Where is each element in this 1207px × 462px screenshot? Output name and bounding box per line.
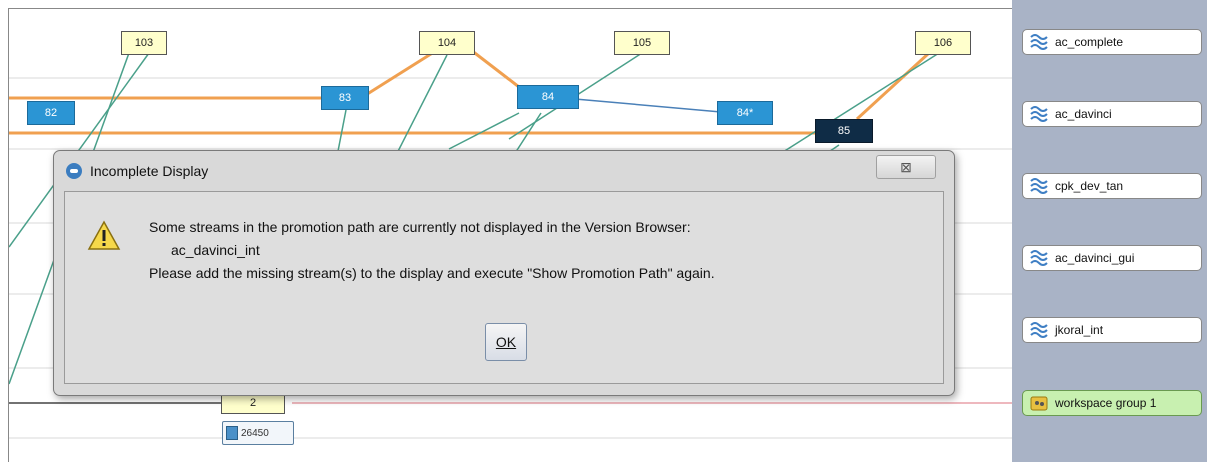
link-line: [448, 112, 520, 150]
version-node[interactable]: 106: [915, 31, 971, 55]
ok-label: OK: [495, 334, 517, 350]
stream-icon: [1029, 33, 1049, 51]
message-line: Some streams in the promotion path are c…: [149, 219, 691, 235]
stream-item-cpk-dev-tan[interactable]: cpk_dev_tan: [1022, 173, 1202, 199]
document-icon: [226, 426, 238, 440]
dialog-titlebar[interactable]: Incomplete Display ⊠: [54, 151, 954, 191]
app-logo-icon: [66, 163, 82, 179]
stream-item-ac-davinci[interactable]: ac_davinci: [1022, 101, 1202, 127]
stream-label: cpk_dev_tan: [1055, 179, 1124, 193]
stream-label: ac_davinci: [1055, 107, 1112, 121]
version-node[interactable]: 84*: [717, 101, 773, 125]
version-node[interactable]: 83: [321, 86, 369, 110]
workspace-group-item[interactable]: workspace group 1: [1022, 390, 1202, 416]
stream-label: ac_complete: [1055, 35, 1124, 49]
stream-item-jkoral-int[interactable]: jkoral_int: [1022, 317, 1202, 343]
link-line: [574, 98, 722, 113]
promotion-path-line: [855, 51, 931, 121]
baseline-label: 26450: [241, 427, 269, 439]
dialog-title: Incomplete Display: [90, 163, 209, 179]
version-node[interactable]: 82: [27, 101, 75, 125]
dialog-content: Some streams in the promotion path are c…: [64, 191, 944, 384]
version-node[interactable]: 84: [517, 85, 579, 109]
stream-icon: [1029, 321, 1049, 339]
stream-item-ac-davinci-gui[interactable]: ac_davinci_gui: [1022, 245, 1202, 271]
version-node[interactable]: 105: [614, 31, 670, 55]
ok-button[interactable]: OK: [485, 323, 527, 361]
workspace-group-icon: [1029, 394, 1049, 412]
dialog-message: Some streams in the promotion path are c…: [149, 216, 715, 285]
message-line: Please add the missing stream(s) to the …: [149, 265, 715, 281]
version-node[interactable]: 85: [815, 119, 873, 143]
stream-icon: [1029, 177, 1049, 195]
stream-label: ac_davinci_gui: [1055, 251, 1135, 265]
incomplete-display-dialog: Incomplete Display ⊠ Some streams in the…: [53, 150, 955, 396]
stream-icon: [1029, 249, 1049, 267]
version-node[interactable]: 103: [121, 31, 167, 55]
stream-item-ac-complete[interactable]: ac_complete: [1022, 29, 1202, 55]
close-icon: ⊠: [900, 158, 912, 175]
stream-icon: [1029, 105, 1049, 123]
warning-icon: [87, 220, 121, 250]
stream-label: workspace group 1: [1055, 396, 1157, 410]
version-browser: 103 104 105 106 82 83 84 84* 85 2 26450 …: [0, 0, 1207, 462]
missing-stream-name: ac_davinci_int: [171, 242, 260, 258]
baseline-tag[interactable]: 26450: [222, 421, 294, 445]
version-node[interactable]: 104: [419, 31, 475, 55]
stream-label: jkoral_int: [1055, 323, 1104, 337]
close-button[interactable]: ⊠: [876, 155, 936, 179]
